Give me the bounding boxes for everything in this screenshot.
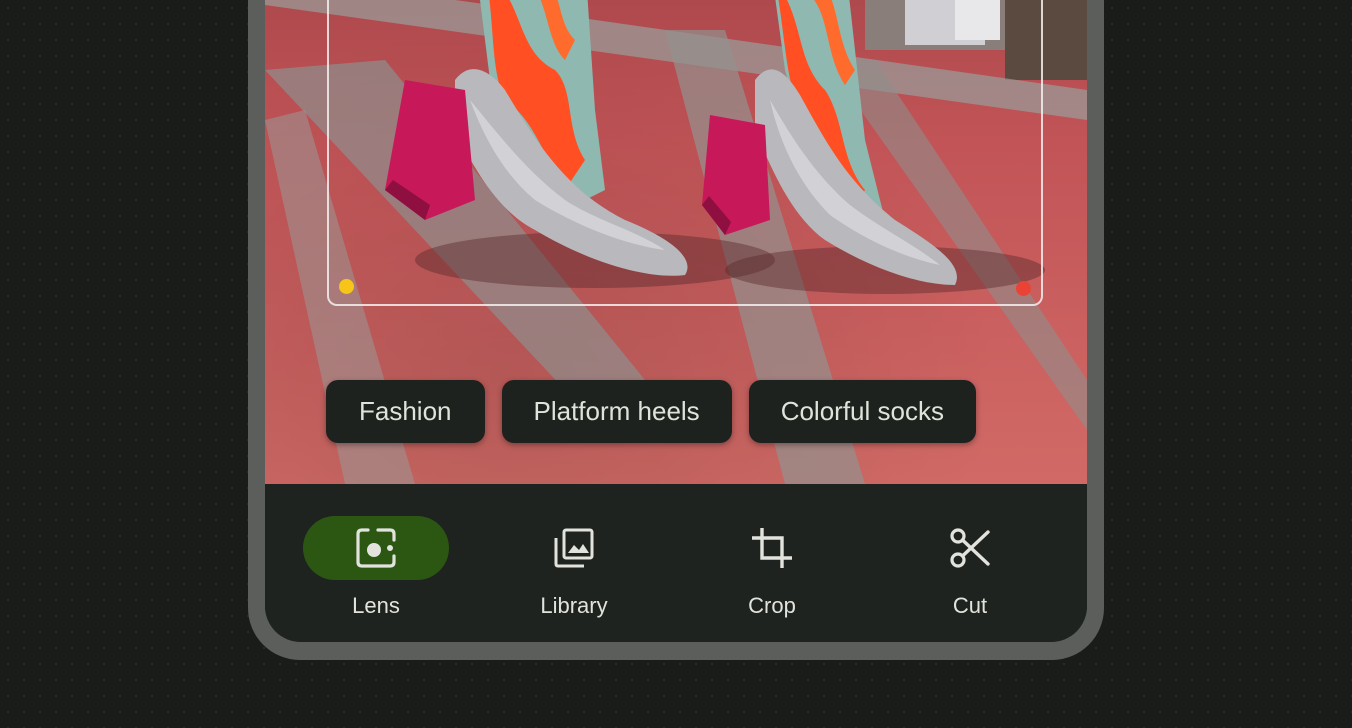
phone-frame: Fashion Platform heels Colorful socks Le… <box>248 0 1104 660</box>
library-icon <box>554 528 594 568</box>
lens-selection-box[interactable] <box>327 0 1043 306</box>
nav-item-lens[interactable]: Lens <box>303 516 449 619</box>
bottom-navigation: Lens Library Crop Cut <box>265 484 1087 642</box>
nav-indicator-lens <box>303 516 449 580</box>
nav-indicator-library <box>501 516 647 580</box>
chip-fashion[interactable]: Fashion <box>326 380 485 443</box>
lens-icon <box>356 528 396 568</box>
nav-item-library[interactable]: Library <box>501 516 647 619</box>
cut-icon <box>950 528 990 568</box>
photo-preview[interactable]: Fashion Platform heels Colorful socks <box>265 0 1087 484</box>
phone-screen: Fashion Platform heels Colorful socks Le… <box>265 0 1087 642</box>
nav-item-crop[interactable]: Crop <box>699 516 845 619</box>
selection-corner-dot-red <box>1016 281 1031 296</box>
crop-icon <box>752 528 792 568</box>
nav-indicator-cut <box>897 516 1043 580</box>
chip-colorful-socks[interactable]: Colorful socks <box>748 380 976 443</box>
nav-label-lens: Lens <box>352 593 400 618</box>
nav-label-cut: Cut <box>952 593 988 618</box>
nav-label-library: Library <box>540 593 608 618</box>
nav-item-cut[interactable]: Cut <box>897 516 1043 619</box>
selection-corner-dot-yellow <box>339 279 354 294</box>
nav-indicator-crop <box>699 516 845 580</box>
chip-platform-heels[interactable]: Platform heels <box>501 380 732 443</box>
nav-label-crop: Crop <box>748 593 796 618</box>
suggestion-chips: Fashion Platform heels Colorful socks <box>326 380 976 443</box>
